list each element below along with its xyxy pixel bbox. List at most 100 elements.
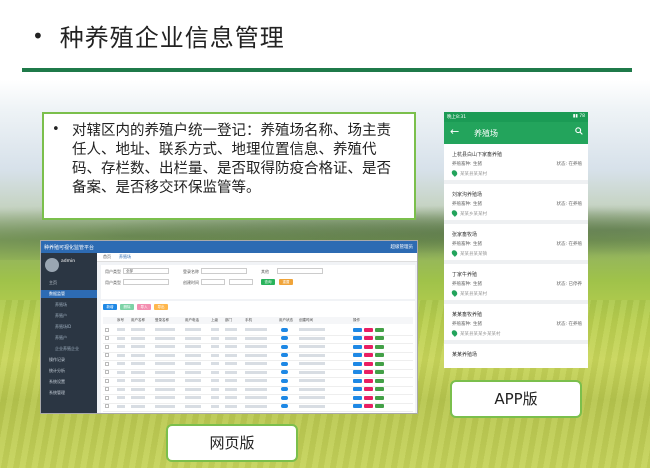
delete-row-button[interactable]	[364, 370, 373, 374]
view-button[interactable]	[375, 344, 384, 349]
row-checkbox[interactable]	[105, 327, 109, 332]
filter-other-input[interactable]	[277, 268, 323, 274]
app-status-time: 晚上8:31	[447, 115, 467, 120]
sidebar-item[interactable]: 养殖场	[41, 301, 97, 309]
filter-name-input[interactable]	[201, 268, 247, 274]
table-row[interactable]	[103, 403, 413, 412]
sidebar-item[interactable]: 系统设置	[41, 378, 97, 386]
edit-button[interactable]	[353, 404, 362, 408]
view-button[interactable]	[375, 336, 384, 340]
status-toggle[interactable]	[281, 361, 288, 366]
delete-row-button[interactable]	[364, 378, 373, 383]
sidebar-item[interactable]: 操作记录	[41, 356, 97, 364]
status-toggle[interactable]	[281, 395, 288, 400]
edit-button[interactable]	[353, 370, 362, 374]
status-toggle[interactable]	[281, 404, 288, 408]
view-button[interactable]	[375, 370, 384, 374]
filter-time-start[interactable]	[201, 279, 225, 285]
export-button[interactable]: 导出	[154, 304, 168, 310]
list-item[interactable]: 刘家沟养殖场 养殖畜种: 生猪 状态: 在养殖 某某乡某某村	[444, 186, 588, 224]
web-data-table: 新增 删除 导入 导出 序号 用户名称 登录名称 用户电话 上级 部门 手机 用户状态 创建时间…	[101, 301, 415, 413]
sidebar-item[interactable]: 养殖户	[41, 334, 97, 342]
body-bullet: •	[52, 122, 60, 137]
table-cell	[245, 353, 267, 357]
row-checkbox[interactable]	[105, 378, 109, 383]
list-item[interactable]: 某某畜牧养殖 养殖畜种: 生猪 状态: 在养殖 某某县某某乡某某村	[444, 306, 588, 344]
table-column-header: 登录名称	[155, 318, 169, 322]
status-toggle[interactable]	[281, 370, 288, 374]
view-button[interactable]	[375, 353, 384, 357]
view-button[interactable]	[375, 404, 384, 408]
row-checkbox[interactable]	[105, 370, 109, 374]
delete-row-button[interactable]	[364, 404, 373, 408]
sidebar-item[interactable]: 统计分析	[41, 367, 97, 375]
tab-farm[interactable]: 养殖场	[119, 254, 131, 260]
delete-row-button[interactable]	[364, 361, 373, 366]
search-icon[interactable]	[575, 127, 583, 135]
row-checkbox[interactable]	[105, 336, 109, 340]
row-checkbox[interactable]	[105, 395, 109, 400]
table-cell	[225, 396, 237, 399]
filter-time-end[interactable]	[229, 279, 253, 285]
row-checkbox[interactable]	[105, 353, 109, 357]
edit-button[interactable]	[353, 387, 362, 391]
status-toggle[interactable]	[281, 353, 288, 357]
delete-row-button[interactable]	[364, 327, 373, 332]
list-item[interactable]: 丁家牛养殖 养殖畜种: 生猪 状态: 已停养 某某县某某村	[444, 266, 588, 304]
import-button[interactable]: 导入	[137, 304, 151, 310]
row-checkbox[interactable]	[105, 404, 109, 408]
table-cell	[245, 387, 267, 391]
status-toggle[interactable]	[281, 344, 288, 349]
delete-row-button[interactable]	[364, 353, 373, 357]
table-cell	[211, 387, 219, 391]
table-cell	[185, 404, 201, 408]
edit-button[interactable]	[353, 395, 362, 400]
view-button[interactable]	[375, 361, 384, 366]
table-cell	[211, 370, 219, 374]
back-arrow-icon[interactable]: ←	[450, 125, 459, 138]
table-cell	[211, 353, 219, 357]
sidebar-item[interactable]: 养殖户	[41, 312, 97, 320]
add-button[interactable]: 新增	[103, 304, 117, 310]
list-item[interactable]: 某某养殖场	[444, 346, 588, 368]
sidebar-item[interactable]: 主页	[41, 279, 97, 287]
view-button[interactable]	[375, 395, 384, 400]
table-cell	[225, 387, 237, 391]
status-toggle[interactable]	[281, 387, 288, 391]
list-item[interactable]: 张家畜牧场 养殖畜种: 生猪 状态: 在养殖 某某县某某镇	[444, 226, 588, 264]
reset-button[interactable]: 重置	[279, 279, 293, 285]
table-cell	[299, 379, 325, 382]
status-toggle[interactable]	[281, 327, 288, 332]
status-toggle[interactable]	[281, 378, 288, 383]
view-button[interactable]	[375, 327, 384, 332]
search-button[interactable]: 查询	[261, 279, 275, 285]
edit-button[interactable]	[353, 353, 362, 357]
filter-user-type-select[interactable]: 全部	[123, 268, 169, 274]
tab-home[interactable]: 首页	[103, 254, 111, 260]
edit-button[interactable]	[353, 378, 362, 383]
farm-status: 状态: 在养殖	[556, 322, 582, 327]
sidebar-item[interactable]: 企业养殖企业	[41, 345, 97, 353]
delete-row-button[interactable]	[364, 387, 373, 391]
web-header: 种养殖可视化监管平台 超级管理员	[41, 241, 417, 253]
list-item[interactable]: 上杭县白山下家畜养殖 养殖畜种: 生猪 状态: 在养殖 某某县某某村	[444, 146, 588, 184]
delete-button[interactable]: 删除	[120, 304, 134, 310]
row-checkbox[interactable]	[105, 344, 109, 349]
delete-row-button[interactable]	[364, 395, 373, 400]
edit-button[interactable]	[353, 327, 362, 332]
sidebar-item[interactable]: 数据监管	[41, 290, 97, 298]
view-button[interactable]	[375, 387, 384, 391]
table-column-header: 序号	[117, 318, 124, 322]
row-checkbox[interactable]	[105, 387, 109, 391]
delete-row-button[interactable]	[364, 336, 373, 340]
sidebar-item[interactable]: 养殖场ID	[41, 323, 97, 331]
delete-row-button[interactable]	[364, 344, 373, 349]
sidebar-item[interactable]: 系统管理	[41, 389, 97, 397]
status-toggle[interactable]	[281, 336, 288, 340]
edit-button[interactable]	[353, 336, 362, 340]
row-checkbox[interactable]	[105, 361, 109, 366]
edit-button[interactable]	[353, 344, 362, 349]
view-button[interactable]	[375, 378, 384, 383]
edit-button[interactable]	[353, 361, 362, 366]
filter-user-type-select-2[interactable]	[123, 279, 169, 285]
